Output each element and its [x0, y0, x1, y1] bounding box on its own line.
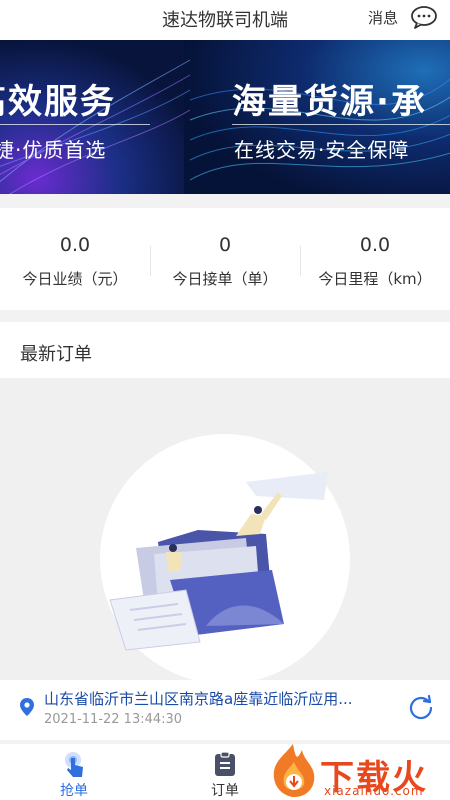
empty-orders-state	[0, 378, 450, 684]
flame-logo-icon	[273, 744, 315, 797]
today-stats: 0.0 今日业绩（元） 0 今日接单（单） 0.0 今日里程（km）	[0, 208, 450, 310]
stat-orders: 0 今日接单（单）	[150, 208, 300, 310]
message-link[interactable]: 消息	[368, 7, 398, 28]
stat-value: 0	[218, 234, 232, 256]
empty-folder-illustration	[100, 434, 350, 684]
chat-bubble-icon[interactable]	[410, 5, 438, 29]
banner-slide-a: 高效服务 捷·优质首选	[0, 40, 184, 194]
watermark-url: xiazaihuo.com	[324, 784, 424, 798]
latest-orders-header: 最新订单	[0, 322, 450, 378]
location-pin-icon	[20, 698, 34, 716]
watermark-logo: 下载火 xiazaihuo.com	[262, 740, 450, 800]
tab-label: 订单	[211, 783, 239, 799]
banner-a-subline: 捷·优质首选	[0, 138, 107, 162]
location-address: 山东省临沂市兰山区南京路a座靠近临沂应用...	[44, 690, 353, 708]
promo-banner[interactable]: 高效服务 捷·优质首选 海量货源·承 在线交易·安全保障	[0, 40, 450, 194]
tab-label: 抢单	[60, 783, 88, 799]
banner-a-headline: 高效服务	[0, 82, 116, 122]
clipboard-icon	[215, 751, 235, 776]
stat-mileage: 0.0 今日里程（km）	[300, 208, 450, 310]
refresh-icon[interactable]	[408, 694, 434, 720]
tab-grab-orders[interactable]: 抢单	[29, 744, 119, 800]
banner-a-divider	[0, 124, 150, 125]
section-title: 最新订单	[20, 344, 92, 365]
app-header: 速达物联司机端 消息	[0, 0, 450, 40]
stat-label: 今日业绩（元）	[22, 270, 128, 288]
banner-b-subline: 在线交易·安全保障	[234, 138, 410, 162]
stat-label: 今日里程（km）	[318, 270, 432, 288]
location-timestamp: 2021-11-22 13:44:30	[44, 712, 183, 727]
current-location-bar: 山东省临沂市兰山区南京路a座靠近临沂应用... 2021-11-22 13:44…	[0, 680, 450, 740]
banner-slide-b: 海量货源·承 在线交易·安全保障	[184, 40, 450, 194]
stat-performance: 0.0 今日业绩（元）	[0, 208, 150, 310]
tab-orders[interactable]: 订单	[180, 744, 270, 800]
banner-b-headline: 海量货源·承	[232, 82, 427, 122]
banner-b-divider	[232, 124, 450, 125]
stat-label: 今日接单（单）	[172, 270, 278, 288]
tap-hand-icon	[65, 752, 83, 777]
stat-value: 0.0	[59, 234, 91, 256]
stat-value: 0.0	[359, 234, 391, 256]
